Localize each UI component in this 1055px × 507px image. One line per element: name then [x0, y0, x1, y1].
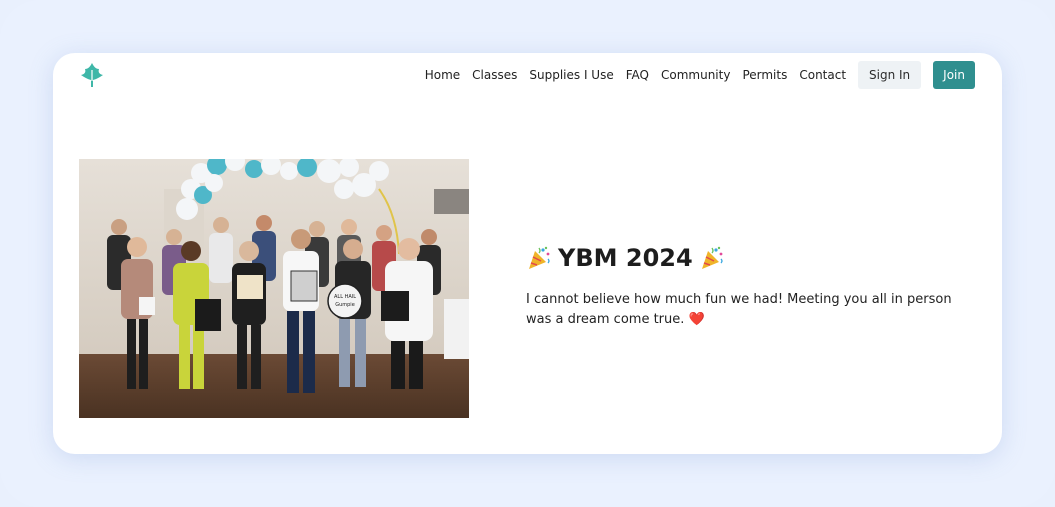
page-background: Home Classes Supplies I Use FAQ Communit… [0, 0, 1055, 507]
group-photo-illustration: ALL HAIL Gumpie [79, 159, 469, 418]
event-title: YBM 2024 [558, 244, 693, 272]
event-group-photo: ALL HAIL Gumpie [79, 159, 469, 418]
nav-faq[interactable]: FAQ [626, 68, 649, 82]
photo-sign-text: ALL HAIL [334, 294, 356, 300]
event-description: I cannot believe how much fun we had! Me… [526, 290, 966, 330]
main-card: Home Classes Supplies I Use FAQ Communit… [53, 53, 1002, 454]
party-popper-icon [701, 246, 723, 269]
nav-permits[interactable]: Permits [742, 68, 787, 82]
nav-home[interactable]: Home [425, 68, 460, 82]
nav-supplies[interactable]: Supplies I Use [529, 68, 613, 82]
nav-community[interactable]: Community [661, 68, 730, 82]
sign-in-button[interactable]: Sign In [858, 61, 922, 89]
heart-icon: ❤️ [688, 312, 705, 327]
join-button[interactable]: Join [933, 61, 975, 89]
event-description-text: I cannot believe how much fun we had! Me… [526, 292, 952, 327]
nav-contact[interactable]: Contact [799, 68, 846, 82]
event-heading: YBM 2024 [526, 244, 725, 272]
party-popper-icon [529, 246, 550, 269]
nav-classes[interactable]: Classes [472, 68, 517, 82]
main-nav: Home Classes Supplies I Use FAQ Communit… [425, 60, 975, 90]
svg-text:Gumpie: Gumpie [335, 302, 355, 308]
leaf-logo-icon[interactable] [78, 61, 106, 89]
